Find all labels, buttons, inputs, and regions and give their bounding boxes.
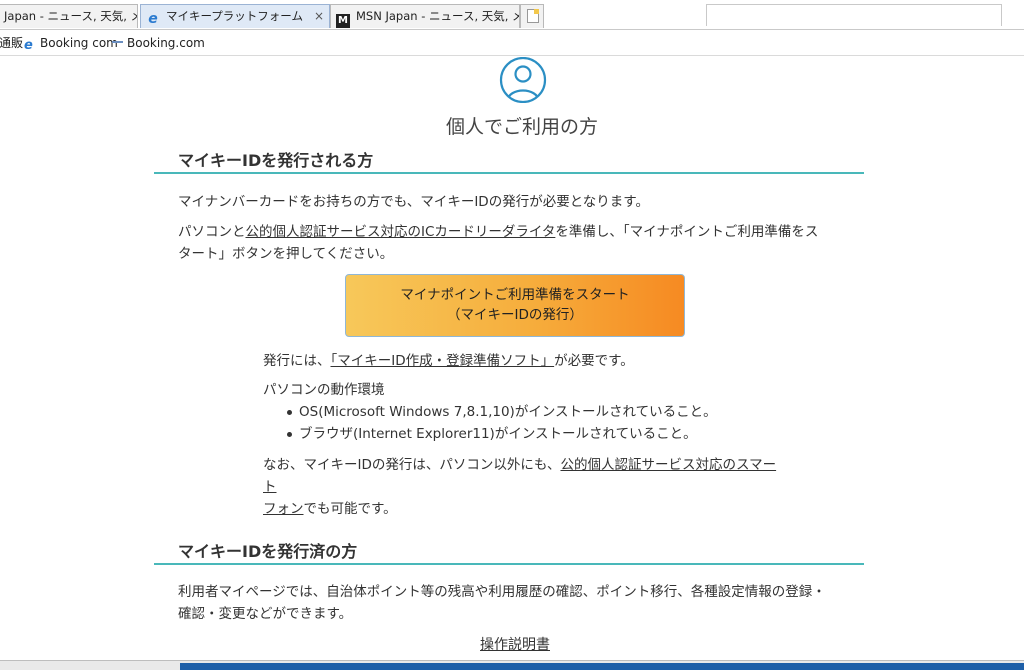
tab-mykey-platform[interactable]: e マイキープラットフォーム × (140, 4, 330, 28)
mykey-software-link[interactable]: 「マイキーID作成・登録準備ソフト」 (331, 353, 555, 369)
tab-label: マイキープラットフォーム (166, 9, 303, 23)
favorite-label: Booking com (40, 36, 118, 50)
text: を準備し、「マイナポイントご利用準備をス (555, 224, 819, 240)
instruction-paragraph: パソコンと公的個人認証サービス対応のICカードリーダライタを準備し、「マイナポイ… (178, 221, 868, 265)
smartphone-note: なお、マイキーIDの発行は、パソコン以外にも、公的個人認証サービス対応のスマート… (263, 454, 783, 520)
favorite-item-booking-2[interactable]: Booking.com (112, 30, 205, 56)
status-bar (0, 660, 1024, 670)
internet-explorer-icon: e (148, 11, 158, 27)
software-required-text: 発行には、「マイキーID作成・登録準備ソフト」が必要です。 (263, 350, 783, 372)
favorites-bar: 通販 e Booking com Booking.com (0, 30, 1024, 56)
text: 発行には、 (263, 353, 331, 369)
internet-explorer-icon: e (24, 38, 33, 53)
page-content: 個人でご利用の方 マイキーIDを発行される方 マイナンバーカードをお持ちの方でも… (0, 57, 1024, 660)
list-item: OS(Microsoft Windows 7,8.1,10)がインストールされて… (285, 401, 785, 423)
page-title: 個人でご利用の方 (445, 116, 598, 138)
text: パソコンと (178, 224, 246, 240)
msn-icon: M (336, 14, 350, 28)
user-icon (499, 57, 547, 103)
text: なお、マイキーIDの発行は、パソコン以外にも、 (263, 457, 561, 473)
favorite-label: Booking.com (127, 36, 205, 50)
new-tab-icon (527, 9, 539, 23)
toolbar-area (706, 4, 1002, 26)
manual-link[interactable]: 操作説明書 (0, 634, 1024, 654)
text: 利用者マイページでは、自治体ポイント等の残高や利用履歴の確認、ポイント移行、各種… (178, 584, 826, 600)
section-heading-issued: マイキーIDを発行済の方 (154, 538, 864, 565)
close-tab-icon[interactable]: × (314, 5, 324, 27)
favorite-item-tsuhan[interactable]: 通販 (0, 30, 23, 56)
list-item: ブラウザ(Internet Explorer11)がインストールされていること。 (285, 423, 785, 445)
info-paragraph: マイナンバーカードをお持ちの方でも、マイキーIDの発行が必要となります。 (178, 194, 649, 210)
smartphone-link[interactable]: フォン (263, 501, 304, 517)
text: が必要です。 (554, 353, 634, 369)
favorite-item-booking-1[interactable]: e Booking com (24, 30, 118, 56)
loading-progress-bar (180, 663, 1024, 670)
text: 確認・変更などができます。 (178, 606, 353, 622)
tab-msn-japan-1[interactable]: Japan - ニュース, 天気, メー... (0, 4, 138, 28)
tab-msn-japan-2[interactable]: M MSN Japan - ニュース, 天気, メー... (330, 4, 520, 28)
new-tab-button[interactable] (520, 4, 544, 28)
text: タート」ボタンを押してください。 (178, 246, 394, 262)
environment-list: OS(Microsoft Windows 7,8.1,10)がインストールされて… (285, 401, 785, 445)
favorite-label: 通販 (0, 36, 24, 50)
text: でも可能です。 (303, 501, 397, 517)
button-label-line2: （マイキーIDの発行） (447, 307, 583, 323)
dash-icon (112, 41, 123, 43)
pc-environment-title: パソコンの動作環境 (263, 382, 385, 398)
mypage-paragraph: 利用者マイページでは、自治体ポイント等の残高や利用履歴の確認、ポイント移行、各種… (178, 581, 868, 625)
tab-label: MSN Japan - ニュース, 天気, メー... (356, 9, 519, 23)
section-heading-issue: マイキーIDを発行される方 (154, 147, 864, 174)
tab-strip: Japan - ニュース, 天気, メー... eマイキープラットフォーム × … (0, 0, 1024, 30)
start-mynapoint-button[interactable]: マイナポイントご利用準備をスタート （マイキーIDの発行） (345, 274, 685, 337)
button-label-line1: マイナポイントご利用準備をスタート (400, 287, 630, 303)
ic-card-reader-link[interactable]: 公的個人認証サービス対応のICカードリーダライタ (246, 224, 556, 240)
tab-label: Japan - ニュース, 天気, メー... (4, 9, 137, 23)
